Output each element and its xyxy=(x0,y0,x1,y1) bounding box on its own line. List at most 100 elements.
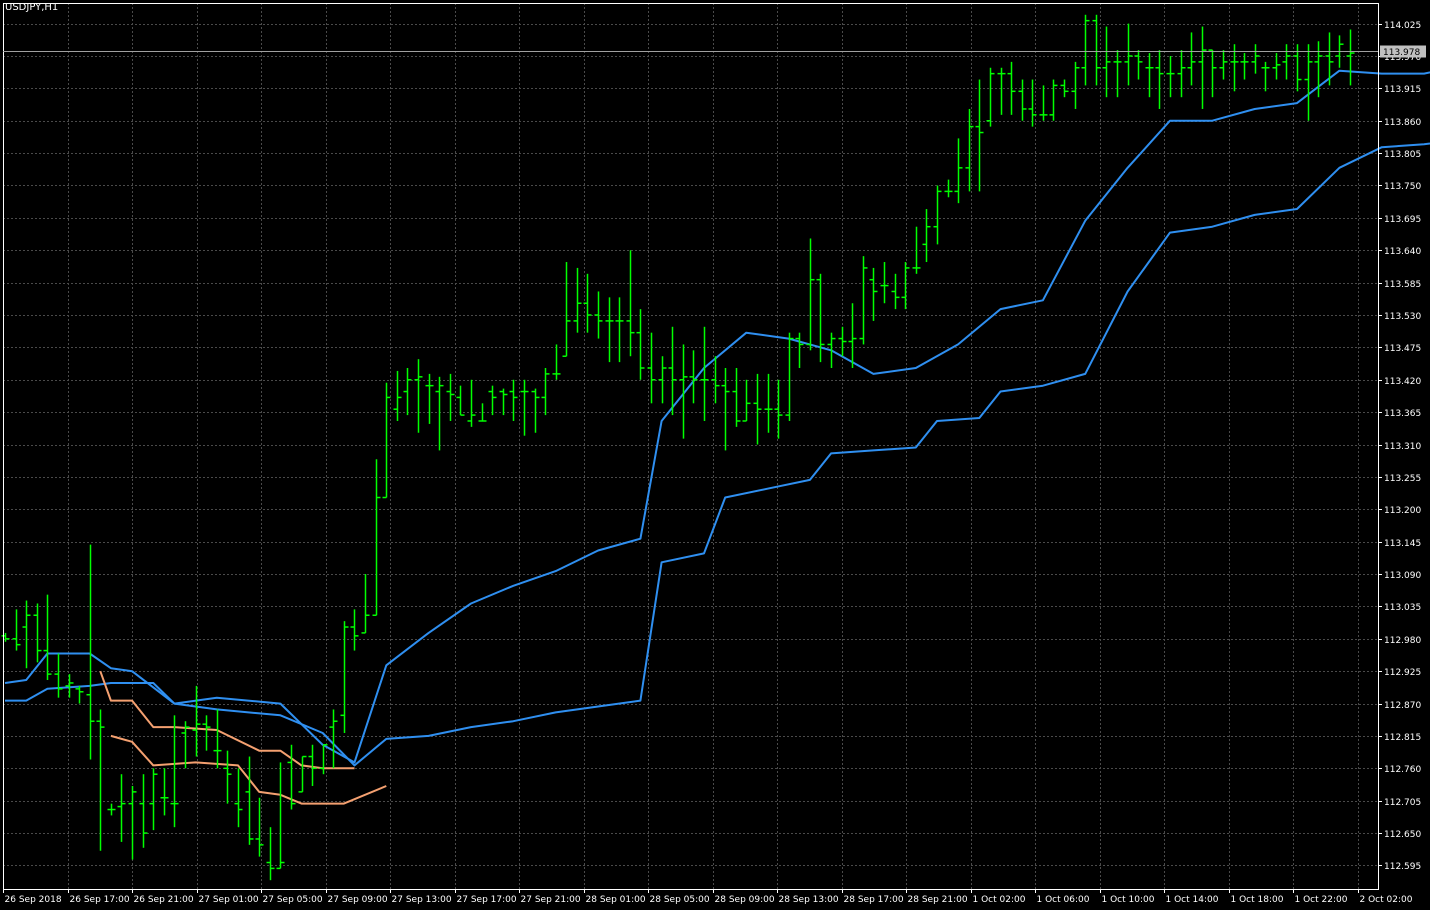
ohlc-bar xyxy=(329,709,338,769)
ohlc-bar xyxy=(499,388,508,416)
ohlc-bar xyxy=(552,344,561,380)
y-tick-label: 112.650 xyxy=(1384,830,1421,840)
ohlc-bar xyxy=(859,256,868,345)
ohlc-bar xyxy=(520,379,529,436)
price-chart[interactable]: 114.025113.970113.915113.860113.805113.7… xyxy=(0,0,1430,910)
y-tick-label: 114.025 xyxy=(1384,21,1421,31)
y-tick-label: 112.815 xyxy=(1384,733,1421,743)
ohlc-bar xyxy=(223,750,232,804)
x-tick-label: 28 Sep 05:00 xyxy=(650,895,710,905)
ohlc-bar xyxy=(54,653,63,698)
ohlc-bar xyxy=(1124,23,1133,86)
y-tick-label: 113.860 xyxy=(1384,118,1421,128)
x-tick-label: 26 Sep 17:00 xyxy=(70,895,130,905)
ohlc-bar xyxy=(1198,26,1207,109)
ohlc-bar xyxy=(933,185,942,245)
ohlc-bar xyxy=(573,267,582,333)
grid xyxy=(3,3,1378,889)
y-tick-label: 113.200 xyxy=(1384,506,1421,516)
ohlc-bar xyxy=(954,138,963,204)
ohlc-bar xyxy=(245,756,254,845)
ohlc-bar xyxy=(605,297,614,363)
ohlc-bar xyxy=(848,303,857,368)
ohlc-bar xyxy=(541,367,550,416)
plot-frame xyxy=(3,3,1379,890)
ohlc-bar xyxy=(266,827,275,881)
ohlc-bar xyxy=(636,309,645,380)
ohlc-bar xyxy=(86,544,95,760)
ohlc-bar xyxy=(213,709,222,769)
ohlc-bar xyxy=(1134,50,1143,80)
y-tick-label: 113.805 xyxy=(1384,150,1421,160)
x-tick-label: 1 Oct 10:00 xyxy=(1102,895,1155,905)
ohlc-bar xyxy=(403,367,412,416)
ohlc-bar xyxy=(1092,14,1101,86)
x-tick-label: 28 Sep 01:00 xyxy=(586,895,646,905)
y-tick-label: 113.640 xyxy=(1384,247,1421,257)
ohlc-bar xyxy=(901,262,910,310)
ohlc-bar xyxy=(255,797,264,857)
ohlc-bar xyxy=(658,356,667,404)
ohlc-bar xyxy=(160,768,169,816)
ohlc-bar xyxy=(425,373,434,424)
y-tick-label: 113.915 xyxy=(1384,85,1421,95)
ohlc-bar xyxy=(742,379,751,422)
y-tick-label: 112.595 xyxy=(1384,862,1421,872)
ohlc-bar xyxy=(1081,14,1090,86)
y-tick-label: 113.420 xyxy=(1384,377,1421,387)
ohlc-bar xyxy=(1113,50,1122,98)
ohlc-bar xyxy=(1145,53,1154,98)
ohlc-bar xyxy=(1187,32,1196,86)
ohlc-bar xyxy=(1155,50,1164,109)
ohlc-bar xyxy=(393,370,402,421)
y-tick-label: 113.145 xyxy=(1384,539,1421,549)
y-tick-label: 112.980 xyxy=(1384,636,1421,646)
ohlc-bar xyxy=(435,376,444,451)
ohlc-bar xyxy=(22,600,31,669)
ohlc-bar xyxy=(944,179,953,198)
ohlc-bar xyxy=(594,291,603,339)
ohlc-bar xyxy=(202,715,211,751)
x-tick-label: 27 Sep 09:00 xyxy=(328,895,388,905)
ohlc-bar xyxy=(488,385,497,416)
ohlc-bar xyxy=(774,379,783,439)
ohlc-bar xyxy=(880,262,889,304)
ohlc-bar xyxy=(700,326,709,421)
ohlc-bar xyxy=(1039,85,1048,121)
ohlc-bar xyxy=(350,609,359,651)
ohlc-bar xyxy=(1261,61,1270,92)
ohlc-bar xyxy=(107,803,116,816)
x-tick-label: 26 Sep 2018 xyxy=(5,895,62,905)
ohlc-bar xyxy=(234,768,243,828)
x-tick-label: 27 Sep 01:00 xyxy=(199,895,259,905)
ohlc-bar xyxy=(922,209,931,263)
ohlc-bar xyxy=(414,359,423,433)
axes: 114.025113.970113.915113.860113.805113.7… xyxy=(3,3,1426,905)
ohlc-bar xyxy=(1166,55,1175,98)
ohlc-bar xyxy=(75,685,84,704)
ohlc-bar xyxy=(308,744,317,786)
y-tick-label: 113.750 xyxy=(1384,182,1421,192)
ohlc-bar xyxy=(96,709,105,851)
ohlc-bar xyxy=(192,685,201,757)
ohlc-bar xyxy=(795,332,804,368)
ohlc-bar xyxy=(276,762,285,870)
ohlc-bar xyxy=(1049,79,1058,121)
ohlc-bar xyxy=(1240,53,1249,80)
indicator-lines xyxy=(4,69,1430,805)
x-tick-label: 27 Sep 17:00 xyxy=(457,895,517,905)
ohlc-bar xyxy=(1177,50,1186,98)
x-tick-label: 28 Sep 17:00 xyxy=(844,895,904,905)
y-tick-label: 112.870 xyxy=(1384,701,1421,711)
x-tick-label: 2 Oct 02:00 xyxy=(1360,895,1413,905)
ohlc-bar xyxy=(531,388,540,433)
chart-window[interactable]: 114.025 113.970 113.915 113.860 113.805 113.7… xyxy=(0,0,1430,910)
ohlc-bar xyxy=(869,267,878,321)
ohlc-bar xyxy=(1325,32,1334,86)
x-tick-label: 27 Sep 13:00 xyxy=(392,895,452,905)
ohlc-bar xyxy=(128,785,137,860)
y-tick-label: 113.035 xyxy=(1384,603,1421,613)
y-tick-label: 112.760 xyxy=(1384,765,1421,775)
chart-title: USDJPY,H1 xyxy=(5,2,59,13)
x-tick-label: 1 Oct 18:00 xyxy=(1231,895,1284,905)
